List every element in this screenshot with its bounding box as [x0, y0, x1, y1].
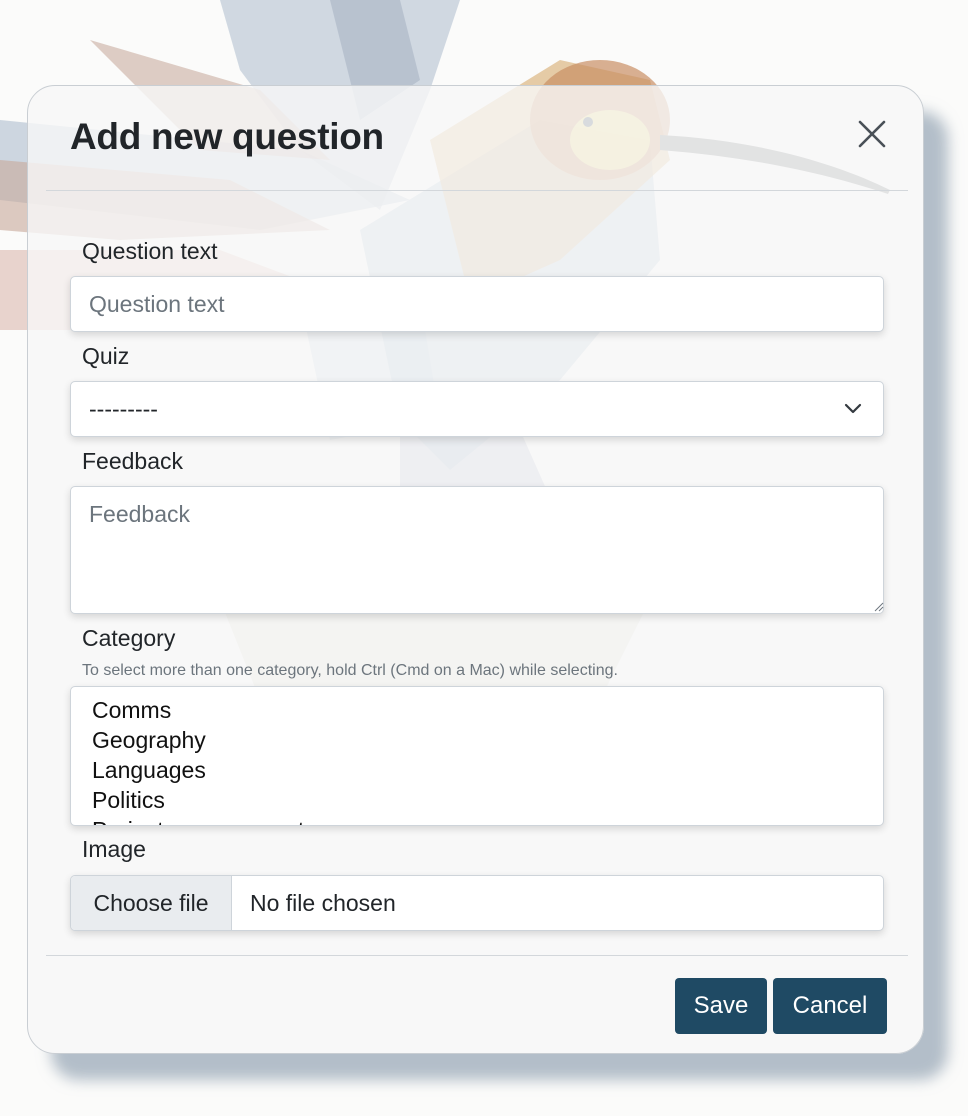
header-divider: [46, 190, 908, 191]
question-text-label: Question text: [82, 238, 218, 264]
category-option[interactable]: Geography: [71, 725, 883, 755]
quiz-selected-value: ---------: [89, 395, 158, 422]
resize-grip-icon[interactable]: [874, 602, 884, 612]
category-option[interactable]: Politics: [71, 785, 883, 815]
close-button[interactable]: [854, 116, 892, 154]
choose-file-button[interactable]: Choose file: [71, 876, 232, 930]
feedback-label: Feedback: [82, 448, 184, 474]
category-option[interactable]: Languages: [71, 755, 883, 785]
footer-divider: [46, 955, 908, 956]
category-option[interactable]: Project management: [71, 815, 883, 825]
question-text-input[interactable]: [70, 276, 884, 332]
add-question-modal: Add new question Question text Quiz ----…: [27, 85, 924, 1054]
chevron-down-icon: [844, 403, 862, 414]
file-status: No file chosen: [250, 889, 396, 916]
cancel-button[interactable]: Cancel: [773, 978, 887, 1034]
quiz-label: Quiz: [82, 343, 130, 369]
category-label: Category: [82, 625, 176, 651]
save-button[interactable]: Save: [675, 978, 767, 1034]
close-icon: [858, 120, 886, 148]
category-option[interactable]: Comms: [71, 695, 883, 725]
category-help-text: To select more than one category, hold C…: [82, 662, 618, 679]
image-label: Image: [82, 836, 146, 862]
feedback-textarea[interactable]: [70, 486, 884, 614]
modal-title: Add new question: [70, 116, 384, 157]
quiz-select[interactable]: ---------: [70, 381, 884, 437]
category-multiselect[interactable]: Comms Geography Languages Politics Proje…: [70, 686, 884, 826]
image-file-input[interactable]: Choose file No file chosen: [70, 875, 884, 931]
